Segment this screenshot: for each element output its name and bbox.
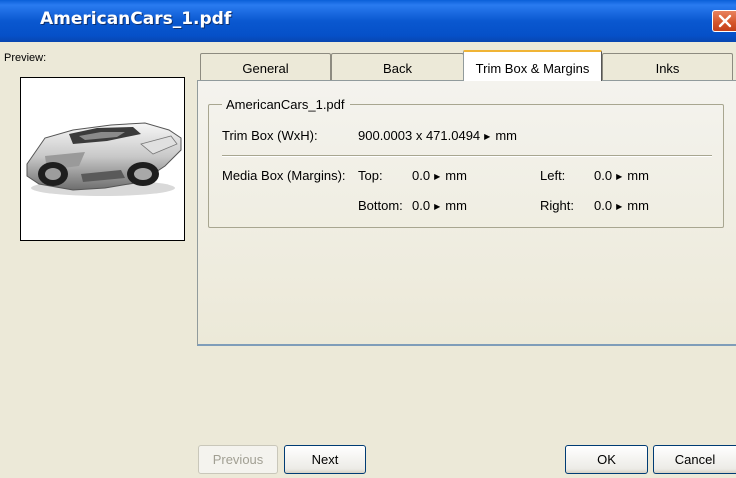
right-unit: mm bbox=[627, 198, 649, 213]
unit-arrow-icon[interactable]: ▶ bbox=[484, 132, 490, 141]
bottom-margin-field[interactable]: 0.0 ▶ mm bbox=[412, 198, 467, 213]
top-unit: mm bbox=[445, 168, 467, 183]
title-bar: AmericanCars_1.pdf bbox=[0, 0, 736, 42]
top-label: Top: bbox=[358, 168, 383, 183]
bottom-unit: mm bbox=[445, 198, 467, 213]
top-margin-field[interactable]: 0.0 ▶ mm bbox=[412, 168, 467, 183]
media-box-label: Media Box (Margins): bbox=[222, 168, 346, 183]
bottom-label: Bottom: bbox=[358, 198, 403, 213]
right-label: Right: bbox=[540, 198, 574, 213]
ok-button[interactable]: OK bbox=[565, 445, 648, 474]
tab-label: Back bbox=[383, 61, 412, 76]
unit-arrow-icon[interactable]: ▶ bbox=[434, 202, 440, 211]
next-button[interactable]: Next bbox=[284, 445, 366, 474]
trim-box-value: 900.0003 x 471.0494 bbox=[358, 128, 481, 143]
preview-label: Preview: bbox=[4, 52, 47, 64]
trim-box-unit: mm bbox=[495, 128, 517, 143]
tab-back[interactable]: Back bbox=[331, 53, 464, 80]
left-value: 0.0 bbox=[594, 168, 613, 183]
trim-box-label: Trim Box (WxH): bbox=[222, 128, 318, 143]
tab-trim-box-margins[interactable]: Trim Box & Margins bbox=[463, 50, 602, 81]
unit-arrow-icon[interactable]: ▶ bbox=[434, 172, 440, 181]
right-value: 0.0 bbox=[594, 198, 613, 213]
groupbox-title: AmericanCars_1.pdf bbox=[222, 97, 350, 112]
bottom-value: 0.0 bbox=[412, 198, 431, 213]
tab-label: Inks bbox=[655, 61, 680, 76]
tab-inks[interactable]: Inks bbox=[602, 53, 733, 80]
left-margin-field[interactable]: 0.0 ▶ mm bbox=[594, 168, 649, 183]
tab-label: Trim Box & Margins bbox=[475, 61, 590, 76]
cancel-button[interactable]: Cancel bbox=[653, 445, 736, 474]
close-icon bbox=[718, 14, 732, 28]
separator bbox=[222, 155, 712, 157]
left-unit: mm bbox=[627, 168, 649, 183]
top-value: 0.0 bbox=[412, 168, 431, 183]
tab-general[interactable]: General bbox=[200, 53, 331, 80]
tab-label: General bbox=[242, 61, 289, 76]
close-button[interactable] bbox=[712, 10, 736, 32]
right-margin-field[interactable]: 0.0 ▶ mm bbox=[594, 198, 649, 213]
preview-thumbnail bbox=[20, 77, 185, 241]
left-label: Left: bbox=[540, 168, 566, 183]
previous-button[interactable]: Previous bbox=[198, 445, 278, 474]
car-image bbox=[26, 122, 182, 196]
unit-arrow-icon[interactable]: ▶ bbox=[616, 202, 622, 211]
window-title: AmericanCars_1.pdf bbox=[40, 9, 232, 29]
trim-box-value-field[interactable]: 900.0003 x 471.0494 ▶ mm bbox=[358, 128, 517, 143]
unit-arrow-icon[interactable]: ▶ bbox=[616, 172, 622, 181]
